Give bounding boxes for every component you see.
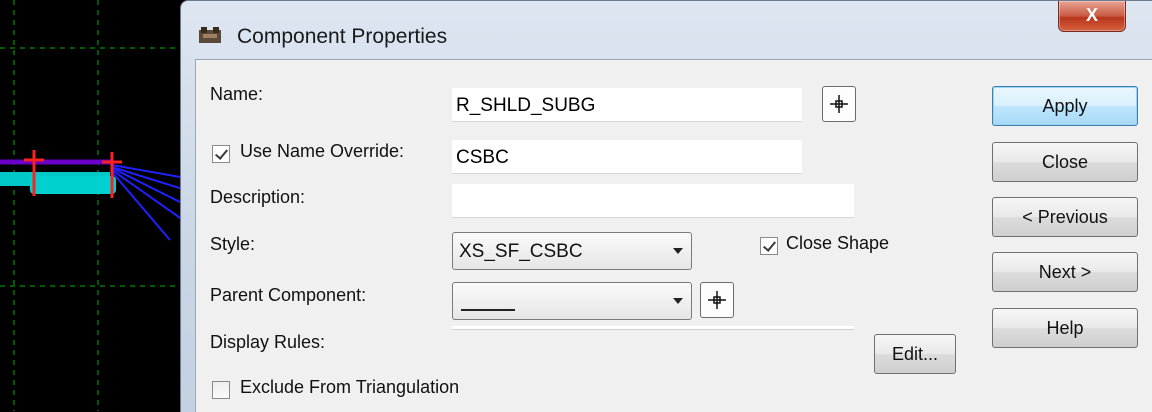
next-button[interactable]: Next > [992, 252, 1138, 292]
use-name-override-checkbox[interactable] [212, 145, 230, 163]
cross-section-graphic [0, 0, 186, 411]
name-label: Name: [210, 84, 264, 104]
empty-value-underline [461, 309, 515, 311]
parent-pick-button[interactable] [700, 282, 734, 318]
previous-button[interactable]: < Previous [992, 197, 1138, 237]
target-pick-icon [708, 291, 726, 309]
edit-button[interactable]: Edit... [874, 334, 956, 374]
component-properties-window: Component Properties X Name: R_SHLD_SUBG… [180, 0, 1152, 412]
close-shape-checkbox[interactable] [760, 237, 778, 255]
style-value: XS_SF_CSBC [459, 241, 583, 262]
exclude-triangulation-label: Exclude From Triangulation [240, 377, 460, 397]
exclude-triangulation-checkbox[interactable] [212, 381, 230, 399]
style-dropdown[interactable]: XS_SF_CSBC [452, 232, 692, 270]
apply-button[interactable]: Apply [992, 86, 1138, 126]
name-pick-button[interactable] [822, 86, 856, 122]
name-field[interactable]: R_SHLD_SUBG [452, 88, 802, 122]
chevron-down-icon [673, 298, 683, 304]
help-button[interactable]: Help [992, 308, 1138, 348]
parent-component-label: Parent Component: [210, 285, 367, 305]
close-shape-label: Close Shape [786, 233, 890, 253]
name-override-field[interactable]: CSBC [452, 140, 802, 174]
window-close-button[interactable]: X [1058, 1, 1126, 32]
component-app-icon [199, 27, 221, 43]
cad-view[interactable] [0, 0, 186, 411]
use-name-override-label: Use Name Override: [240, 141, 405, 161]
style-label: Style: [210, 234, 256, 254]
window-title: Component Properties [237, 25, 448, 48]
chevron-down-icon [673, 248, 683, 254]
description-field[interactable] [452, 184, 854, 218]
parent-component-dropdown[interactable] [452, 282, 692, 320]
close-button[interactable]: Close [992, 142, 1138, 182]
description-label: Description: [210, 187, 306, 207]
close-icon: X [1085, 5, 1098, 25]
target-pick-icon [830, 95, 848, 113]
title-bar[interactable]: Component Properties X [181, 1, 1152, 61]
display-rules-field [452, 326, 854, 330]
dialog-body: Name: R_SHLD_SUBG Use Name Override: CSB… [195, 59, 1152, 412]
display-rules-label: Display Rules: [210, 332, 326, 352]
